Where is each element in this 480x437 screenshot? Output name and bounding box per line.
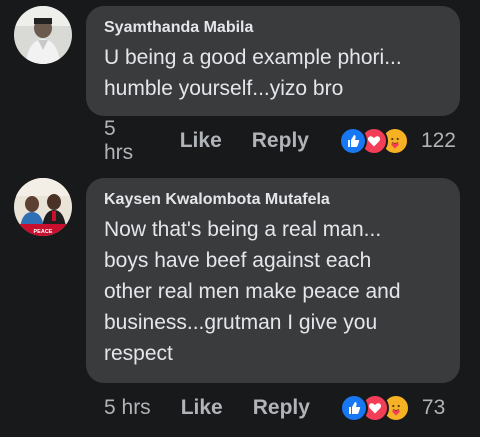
reply-button[interactable]: Reply <box>253 396 310 420</box>
avatar-photo <box>14 6 72 64</box>
comment-text: U being a good example phori... humble y… <box>104 42 444 104</box>
like-icon <box>339 394 368 422</box>
reactions[interactable] <box>338 127 409 155</box>
comment-line: boys have beef against each <box>104 249 372 272</box>
comment-line: Now that's being a real man... <box>104 218 382 241</box>
comment-line: U being a good example phori... <box>104 46 402 69</box>
like-icon <box>338 127 367 155</box>
comment-timestamp[interactable]: 5 hrs <box>104 117 150 165</box>
comment-line: other real men make peace and <box>104 280 401 303</box>
reaction-count[interactable]: 73 <box>422 396 445 420</box>
like-button[interactable]: Like <box>181 396 223 420</box>
comment-bubble: Kaysen Kwalombota Mutafela Now that's be… <box>86 178 460 383</box>
reactions[interactable] <box>339 394 410 422</box>
avatar[interactable] <box>14 6 72 64</box>
avatar-photo: PEACE <box>14 178 72 236</box>
comment-actions: 5 hrs Like Reply 122 <box>104 117 456 164</box>
comment-line: business...grutman I give you <box>104 311 378 334</box>
like-button[interactable]: Like <box>180 129 222 153</box>
comment-timestamp[interactable]: 5 hrs <box>104 396 151 420</box>
comment: PEACE Kaysen Kwalombota Mutafela Now tha… <box>0 165 480 437</box>
comment-actions: 5 hrs Like Reply 73 <box>104 393 456 423</box>
comment-author[interactable]: Kaysen Kwalombota Mutafela <box>104 190 444 210</box>
comment-text: Now that's being a real man... boys have… <box>104 214 444 369</box>
svg-text:PEACE: PEACE <box>34 229 53 235</box>
reply-button[interactable]: Reply <box>252 129 309 153</box>
comment-author[interactable]: Syamthanda Mabila <box>104 18 444 38</box>
comment: Syamthanda Mabila U being a good example… <box>0 0 480 165</box>
comment-line: respect <box>104 342 173 365</box>
reaction-count[interactable]: 122 <box>421 129 456 153</box>
avatar[interactable]: PEACE <box>14 178 72 236</box>
comment-bubble: Syamthanda Mabila U being a good example… <box>86 6 460 116</box>
comment-line: humble yourself...yizo bro <box>104 77 344 100</box>
